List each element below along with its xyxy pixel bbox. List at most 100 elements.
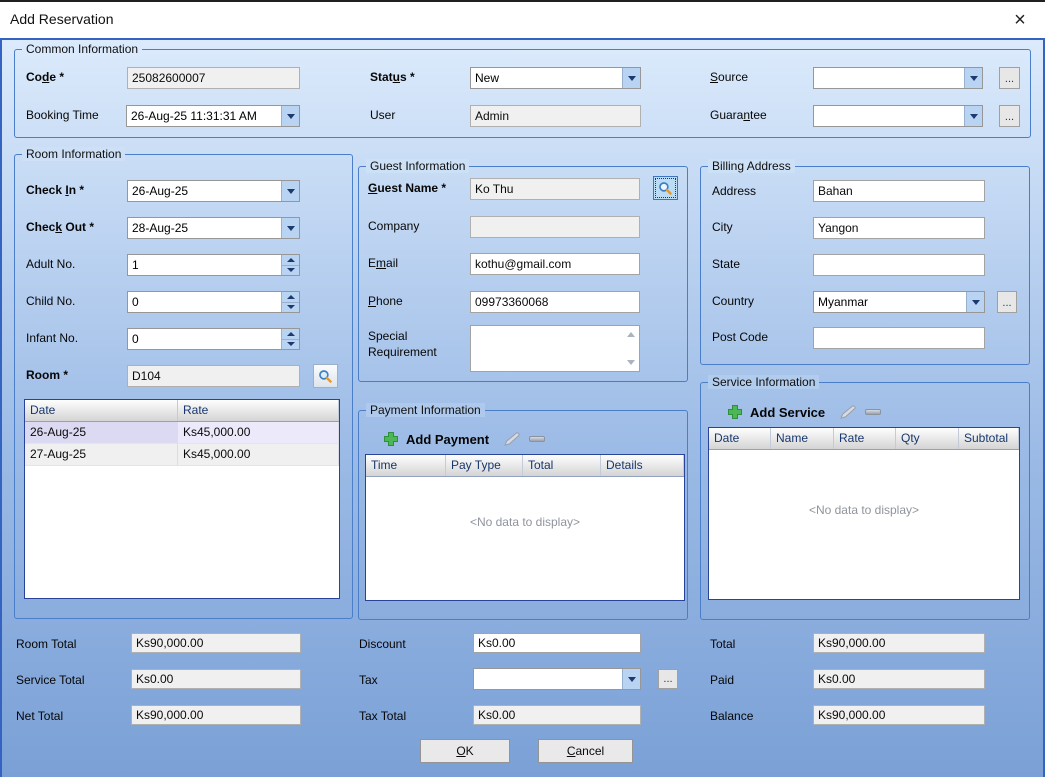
country-dropdown-icon[interactable]	[966, 292, 984, 312]
status-combo[interactable]: New	[470, 67, 641, 89]
source-dropdown-icon[interactable]	[964, 68, 982, 88]
infant-spin-down-icon[interactable]	[281, 338, 299, 349]
discount-field[interactable]: Ks0.00	[473, 633, 641, 653]
guarantee-dropdown-icon[interactable]	[964, 106, 982, 126]
room-search-button[interactable]	[313, 364, 338, 388]
address-label: Address	[712, 184, 757, 198]
adult-no-value: 1	[132, 258, 139, 272]
total-field: Ks90,000.00	[813, 633, 985, 653]
add-icon[interactable]	[383, 431, 399, 447]
rate-table-col-rate[interactable]: Rate	[178, 400, 339, 421]
edit-icon[interactable]	[504, 432, 522, 446]
add-reservation-dialog: Add Reservation × Common Information Cod…	[0, 0, 1045, 777]
tax-combo[interactable]	[473, 668, 641, 690]
rate-table: Date Rate 26-Aug-25 Ks45,000.00 27-Aug-2…	[24, 399, 340, 599]
payment-table: Time Pay Type Total Details <No data to …	[365, 454, 685, 601]
ok-button[interactable]: OK	[420, 739, 510, 763]
child-spin-up-icon[interactable]	[281, 292, 299, 302]
company-field	[470, 216, 640, 238]
guest-information-legend: Guest Information	[366, 159, 470, 173]
guest-search-button[interactable]	[653, 176, 678, 200]
booking-time-label: Booking Time	[26, 108, 99, 122]
rate-date-cell[interactable]: 26-Aug-25	[25, 422, 178, 444]
title-bar: Add Reservation ×	[0, 2, 1045, 38]
add-service-button[interactable]: Add Service	[750, 405, 825, 420]
child-no-value: 0	[132, 295, 139, 309]
source-browse-button[interactable]: ...	[999, 67, 1020, 89]
check-in-combo[interactable]: 26-Aug-25	[127, 180, 300, 202]
infant-spin-up-icon[interactable]	[281, 329, 299, 339]
country-label: Country	[712, 294, 755, 308]
service-col-subtotal[interactable]: Subtotal	[959, 428, 1019, 449]
country-value: Myanmar	[818, 295, 869, 309]
service-empty-text: <No data to display>	[808, 503, 920, 517]
rate-rate-cell[interactable]: Ks45,000.00	[178, 444, 339, 466]
service-col-qty[interactable]: Qty	[896, 428, 959, 449]
special-requirement-textarea[interactable]	[470, 325, 640, 372]
edit-icon[interactable]	[840, 405, 858, 419]
adult-spin-down-icon[interactable]	[281, 264, 299, 275]
close-icon[interactable]: ×	[1005, 6, 1035, 34]
child-spin-down-icon[interactable]	[281, 301, 299, 312]
check-out-combo[interactable]: 28-Aug-25	[127, 217, 300, 239]
booking-time-combo[interactable]: 26-Aug-25 11:31:31 AM	[126, 105, 300, 127]
status-label: Status *	[370, 70, 415, 84]
scroll-down-icon[interactable]	[627, 360, 635, 365]
rate-table-row[interactable]: 27-Aug-25 Ks45,000.00	[25, 444, 339, 466]
scroll-up-icon[interactable]	[627, 332, 635, 337]
address-field[interactable]: Bahan	[813, 180, 985, 202]
infant-no-stepper[interactable]: 0	[127, 328, 300, 350]
payment-col-details[interactable]: Details	[601, 455, 684, 476]
infant-no-value: 0	[132, 332, 139, 346]
guest-name-label: Guest Name *	[368, 181, 447, 195]
remove-icon[interactable]	[529, 436, 546, 442]
post-code-field[interactable]	[813, 327, 985, 349]
state-field[interactable]	[813, 254, 985, 276]
service-information-legend: Service Information	[708, 375, 820, 389]
check-in-label: Check In *	[26, 183, 85, 197]
payment-col-pay-type[interactable]: Pay Type	[446, 455, 523, 476]
source-combo[interactable]	[813, 67, 983, 89]
country-combo[interactable]: Myanmar	[813, 291, 985, 313]
rate-table-col-date[interactable]: Date	[25, 400, 178, 421]
guarantee-value	[814, 106, 964, 126]
tax-browse-button[interactable]: ...	[658, 669, 678, 689]
booking-time-dropdown-icon[interactable]	[281, 106, 299, 126]
payment-col-time[interactable]: Time	[366, 455, 446, 476]
add-icon[interactable]	[727, 404, 743, 420]
status-dropdown-icon[interactable]	[622, 68, 640, 88]
payment-empty-text: <No data to display>	[469, 515, 581, 529]
status-value: New	[475, 71, 500, 85]
email-field[interactable]: kothu@gmail.com	[470, 253, 640, 275]
cancel-button[interactable]: Cancel	[538, 739, 633, 763]
adult-no-stepper[interactable]: 1	[127, 254, 300, 276]
post-code-label: Post Code	[712, 330, 769, 344]
tax-total-field: Ks0.00	[473, 705, 641, 725]
tax-dropdown-icon[interactable]	[622, 669, 640, 689]
payment-toolbar: Add Payment	[383, 431, 546, 447]
phone-field[interactable]: 09973360068	[470, 291, 640, 313]
country-browse-button[interactable]: ...	[997, 291, 1017, 313]
service-col-date[interactable]: Date	[709, 428, 771, 449]
guarantee-browse-button[interactable]: ...	[999, 105, 1020, 127]
rate-rate-cell[interactable]: Ks45,000.00	[178, 422, 339, 444]
service-col-rate[interactable]: Rate	[834, 428, 896, 449]
child-no-stepper[interactable]: 0	[127, 291, 300, 313]
rate-date-cell[interactable]: 27-Aug-25	[25, 444, 178, 466]
remove-icon[interactable]	[865, 409, 882, 415]
email-label: Email	[368, 256, 399, 270]
city-field[interactable]: Yangon	[813, 217, 985, 239]
add-payment-button[interactable]: Add Payment	[406, 432, 489, 447]
rate-table-row[interactable]: 26-Aug-25 Ks45,000.00	[25, 422, 339, 444]
check-out-value: 28-Aug-25	[132, 221, 189, 235]
paid-field: Ks0.00	[813, 669, 985, 689]
adult-spin-up-icon[interactable]	[281, 255, 299, 265]
guarantee-combo[interactable]	[813, 105, 983, 127]
service-col-name[interactable]: Name	[771, 428, 834, 449]
check-in-dropdown-icon[interactable]	[281, 181, 299, 201]
check-out-dropdown-icon[interactable]	[281, 218, 299, 238]
room-information-legend: Room Information	[22, 147, 126, 161]
balance-field: Ks90,000.00	[813, 705, 985, 725]
discount-label: Discount	[359, 637, 406, 651]
payment-col-total[interactable]: Total	[523, 455, 601, 476]
